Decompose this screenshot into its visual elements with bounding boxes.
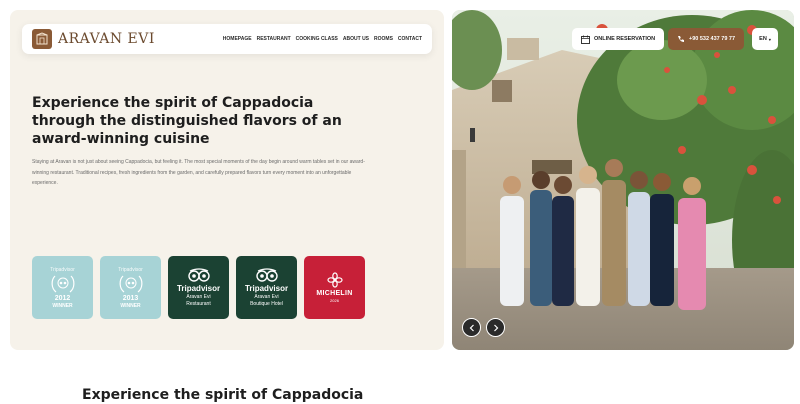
nav-restaurant[interactable]: RESTAURANT [257,36,291,42]
slider-next-button[interactable] [486,318,505,337]
phone-button[interactable]: +90 532 437 79 77 [668,28,745,50]
badge-label: WINNER [52,302,73,309]
award-badge-2012: Tripadvisor 2012 WINNER [32,256,93,319]
badge-subtitle: Boutique Hotel [250,301,283,307]
badge-year: 2026 [330,298,339,303]
award-badge-michelin: MICHELIN 2026 [304,256,365,319]
badge-subtitle: Aravan Evi [186,294,211,300]
badge-label: WINNER [120,302,141,309]
section-title: Experience the spirit of Cappadocia [82,387,364,403]
award-badge-hotel: Tripadvisor Aravan Evi Boutique Hotel [236,256,297,319]
chevron-right-icon [493,324,498,331]
online-reservation-label: ONLINE RESERVATION [594,36,656,42]
award-badges: Tripadvisor 2012 WINNER Tripadvisor 2013… [32,256,365,319]
language-label: EN [759,36,767,42]
chevron-left-icon [469,324,474,331]
phone-icon [678,36,684,43]
nav-links: HOMEPAGE RESTAURANT COOKING CLASS ABOUT … [223,36,422,42]
phone-label: +90 532 437 79 77 [689,36,736,42]
laurel-icon [51,275,74,292]
badge-brand: Tripadvisor [176,284,221,293]
slider-prev-button[interactable] [462,318,481,337]
hero-photo: ONLINE RESERVATION +90 532 437 79 77 EN … [452,10,794,350]
award-badge-2013: Tripadvisor 2013 WINNER [100,256,161,319]
hero-photo-image [452,10,794,350]
michelin-flower-icon [326,272,343,288]
navbar: ARAVAN EVI HOMEPAGE RESTAURANT COOKING C… [22,24,432,54]
nav-homepage[interactable]: HOMEPAGE [223,36,252,42]
badge-brand: Tripadvisor [244,284,289,293]
badge-brand: MICHELIN [316,290,353,297]
hero-intro: Staying at Aravan is not just about seei… [32,159,365,186]
badge-year: 2013 [122,294,139,302]
laurel-icon [119,275,142,292]
online-reservation-button[interactable]: ONLINE RESERVATION [572,28,665,50]
hero-panel: ARAVAN EVI HOMEPAGE RESTAURANT COOKING C… [10,10,444,350]
tripadvisor-owl-icon [255,268,278,282]
page: ARAVAN EVI HOMEPAGE RESTAURANT COOKING C… [0,0,800,404]
hero-headline: Experience the spirit of Cappadocia thro… [32,95,342,147]
tripadvisor-owl-icon [187,268,210,282]
nav-contact[interactable]: CONTACT [398,36,422,42]
language-selector[interactable]: EN ▾ [752,28,778,50]
award-badge-restaurant: Tripadvisor Aravan Evi Restaurant [168,256,229,319]
logo-icon [32,29,52,49]
badge-year: 2012 [54,294,71,302]
badge-subtitle: Restaurant [186,301,211,307]
badge-provider: Tripadvisor [118,266,143,273]
chevron-down-icon: ▾ [768,36,771,42]
logo-text: ARAVAN EVI [58,31,155,47]
badge-subtitle: Aravan Evi [254,294,279,300]
badge-provider: Tripadvisor [50,266,75,273]
nav-rooms[interactable]: ROOMS [374,36,393,42]
logo[interactable]: ARAVAN EVI [32,29,155,49]
nav-about-us[interactable]: ABOUT US [343,36,369,42]
nav-cooking-class[interactable]: COOKING CLASS [296,36,338,42]
calendar-icon [581,35,590,44]
